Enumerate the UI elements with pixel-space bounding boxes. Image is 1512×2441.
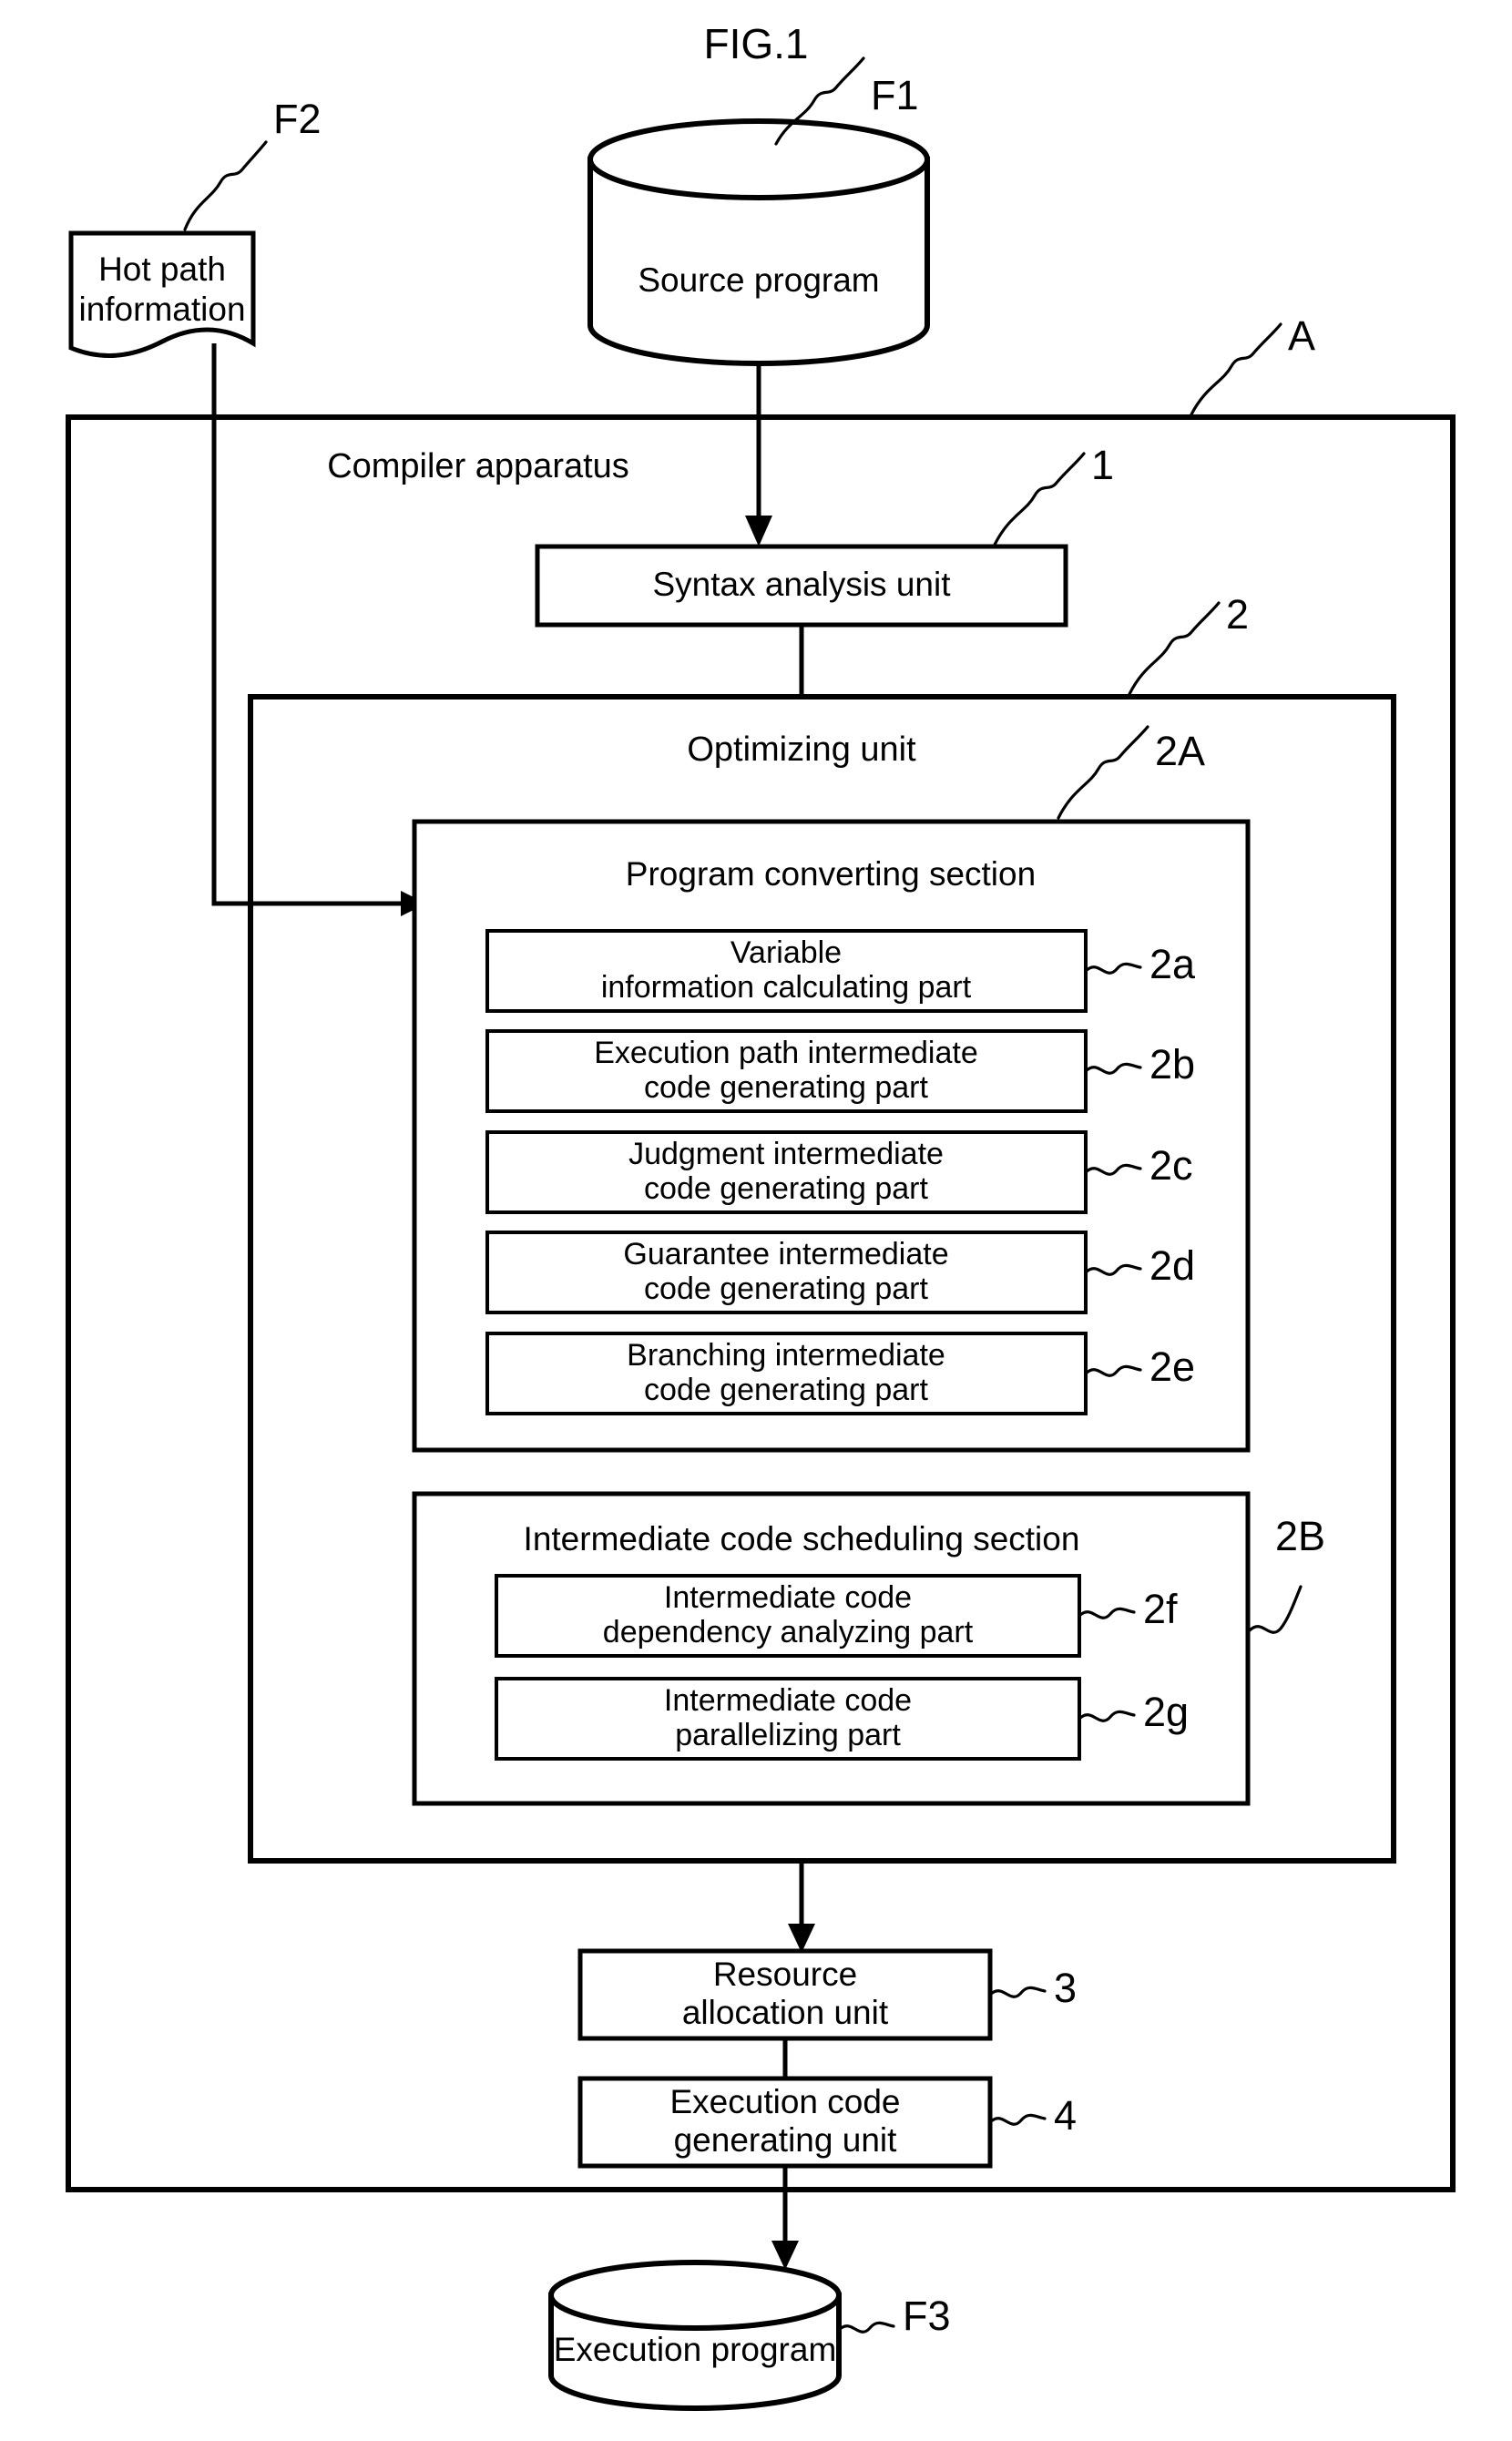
part-2e-label-line2: code generating part	[644, 1373, 928, 1407]
part-2a-label-line1: Variable	[730, 935, 842, 970]
hot-path-information-label-line1: Hot path	[98, 250, 226, 288]
part-2b-node: Execution path intermediate code generat…	[485, 1029, 1088, 1113]
source-arrowhead	[745, 516, 772, 546]
execution-program-node: Execution program	[548, 2260, 842, 2411]
part-2a-ref: 2a	[1149, 941, 1196, 987]
execution-to-program-connector	[771, 2166, 799, 2270]
optimizing-to-resource-connector	[788, 1861, 815, 1953]
source-program-node: Source program	[587, 118, 930, 366]
part-2d-label-line1: Guarantee intermediate	[623, 1237, 948, 1272]
part-2g-label-line2: parallelizing part	[675, 1718, 901, 1752]
program-converting-section-ref: 2A	[1155, 728, 1205, 774]
optimizing-arrowhead	[788, 1924, 815, 1953]
part-2f-node: Intermediate code dependency analyzing p…	[495, 1574, 1081, 1658]
hot-path-information-node: Hot path information	[68, 230, 256, 358]
resource-allocation-unit-leader: 3	[988, 1965, 1077, 2011]
intermediate-code-scheduling-section-leader: 2B	[1248, 1513, 1325, 1634]
resource-allocation-unit-label-line2: allocation unit	[682, 1994, 889, 2031]
hot-path-information-ref: F2	[273, 96, 322, 142]
part-2e-label-line1: Branching intermediate	[627, 1338, 945, 1373]
part-2d-ref: 2d	[1149, 1242, 1195, 1289]
part-2g-ref: 2g	[1143, 1689, 1189, 1735]
compiler-apparatus-leader: A	[1190, 312, 1315, 416]
hot-path-to-converting-connector	[211, 343, 426, 916]
syntax-analysis-unit-ref: 1	[1091, 442, 1114, 488]
part-2d-label-line2: code generating part	[644, 1272, 928, 1306]
part-2c-label-line2: code generating part	[644, 1171, 928, 1206]
execution-code-generating-unit-node: Execution code generating unit	[577, 2076, 993, 2169]
part-2b-ref: 2b	[1149, 1041, 1195, 1088]
execution-program-label: Execution program	[554, 2331, 837, 2368]
part-2f-label-line1: Intermediate code	[664, 1580, 912, 1615]
resource-allocation-unit-label-line1: Resource	[713, 1956, 857, 1993]
part-2c-ref: 2c	[1149, 1142, 1193, 1189]
source-program-ref: F1	[871, 72, 919, 118]
optimizing-unit-title: Optimizing unit	[687, 730, 916, 769]
hot-path-information-leader: F2	[183, 96, 322, 231]
part-2f-ref: 2f	[1143, 1586, 1178, 1632]
intermediate-code-scheduling-section-ref: 2B	[1275, 1513, 1325, 1559]
syntax-analysis-unit-label: Syntax analysis unit	[652, 566, 951, 603]
part-2c-label-line1: Judgment intermediate	[628, 1137, 944, 1171]
figure-root: FIG.1 Hot path information F2 Source pro…	[0, 0, 1512, 2441]
part-2g-label-line1: Intermediate code	[664, 1683, 912, 1718]
resource-allocation-unit-node: Resource allocation unit	[577, 1948, 993, 2041]
intermediate-code-scheduling-section-title: Intermediate code scheduling section	[524, 1520, 1080, 1558]
part-2a-label-line2: information calculating part	[601, 970, 972, 1005]
compiler-apparatus-title: Compiler apparatus	[327, 447, 629, 485]
patent-figure-diagram: FIG.1 Hot path information F2 Source pro…	[66, 20, 1456, 2411]
part-2c-node: Judgment intermediate code generating pa…	[485, 1130, 1088, 1214]
resource-allocation-unit-ref: 3	[1054, 1965, 1077, 2011]
execution-code-generating-unit-label-line1: Execution code	[669, 2083, 900, 2120]
part-2b-label-line1: Execution path intermediate	[594, 1036, 977, 1070]
part-2e-node: Branching intermediate code generating p…	[485, 1332, 1088, 1415]
execution-program-ref: F3	[903, 2293, 951, 2339]
program-converting-section-title: Program converting section	[626, 855, 1036, 893]
optimizing-unit-ref: 2	[1226, 591, 1249, 638]
execution-code-generating-unit-ref: 4	[1054, 2092, 1077, 2139]
part-2g-node: Intermediate code parallelizing part	[495, 1677, 1081, 1761]
syntax-analysis-unit-node: Syntax analysis unit	[535, 544, 1068, 628]
part-2f-label-line2: dependency analyzing part	[603, 1615, 974, 1649]
execution-code-generating-unit-leader: 4	[988, 2092, 1077, 2139]
part-2b-label-line2: code generating part	[644, 1070, 928, 1105]
hot-path-information-label-line2: information	[78, 291, 245, 328]
program-converting-section-leader: 2A	[1057, 725, 1205, 820]
execution-program-leader: F3	[837, 2293, 951, 2339]
figure-title: FIG.1	[703, 20, 808, 67]
part-2a-node: Variable information calculating part	[485, 929, 1088, 1013]
part-2d-node: Guarantee intermediate code generating p…	[485, 1231, 1088, 1314]
source-to-syntax-connector	[745, 363, 772, 546]
syntax-analysis-unit-leader: 1	[993, 442, 1114, 546]
optimizing-unit-leader: 2	[1128, 591, 1249, 696]
execution-code-generating-unit-label-line2: generating unit	[674, 2121, 898, 2159]
source-program-label: Source program	[638, 261, 879, 299]
part-2e-ref: 2e	[1149, 1343, 1195, 1390]
compiler-apparatus-ref: A	[1288, 312, 1315, 359]
